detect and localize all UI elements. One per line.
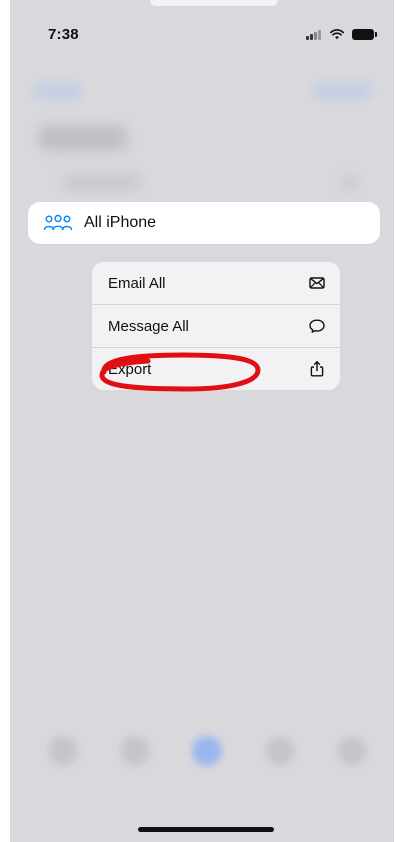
wifi-icon <box>329 29 345 40</box>
group-card-all-iphone: All iPhone <box>28 202 380 244</box>
blurred-row-accessory <box>340 176 358 190</box>
blurred-background <box>10 0 394 842</box>
people-group-icon <box>43 214 73 231</box>
tab-icon-active <box>192 736 222 766</box>
signal-icon <box>306 28 322 40</box>
tab-icon <box>48 736 78 766</box>
blurred-nav-right <box>312 84 372 98</box>
blurred-nav-left <box>34 84 82 98</box>
phone-screen: 7:38 All iPhone Email All Message All Ex… <box>10 0 394 842</box>
home-indicator <box>138 827 274 832</box>
status-time: 7:38 <box>48 26 79 43</box>
message-bubble-icon <box>309 319 325 333</box>
share-icon <box>310 361 324 377</box>
group-label: All iPhone <box>84 214 157 231</box>
tab-icon <box>337 736 367 766</box>
menu-item-label: Message All <box>108 317 189 335</box>
envelope-icon <box>309 277 325 289</box>
blurred-title <box>38 125 128 151</box>
top-sliver <box>150 0 278 6</box>
menu-item-label: Email All <box>108 274 166 292</box>
context-menu: Email All Message All Export <box>92 262 340 390</box>
tab-icon <box>265 736 295 766</box>
menu-item-email-all[interactable]: Email All <box>92 262 340 304</box>
blurred-row <box>62 174 142 190</box>
status-icons <box>306 26 377 42</box>
menu-item-export[interactable]: Export <box>92 348 340 390</box>
battery-icon <box>352 28 377 40</box>
menu-item-label: Export <box>108 360 152 378</box>
menu-item-message-all[interactable]: Message All <box>92 305 340 347</box>
blurred-tab-bar <box>10 718 394 798</box>
tab-icon <box>120 736 150 766</box>
